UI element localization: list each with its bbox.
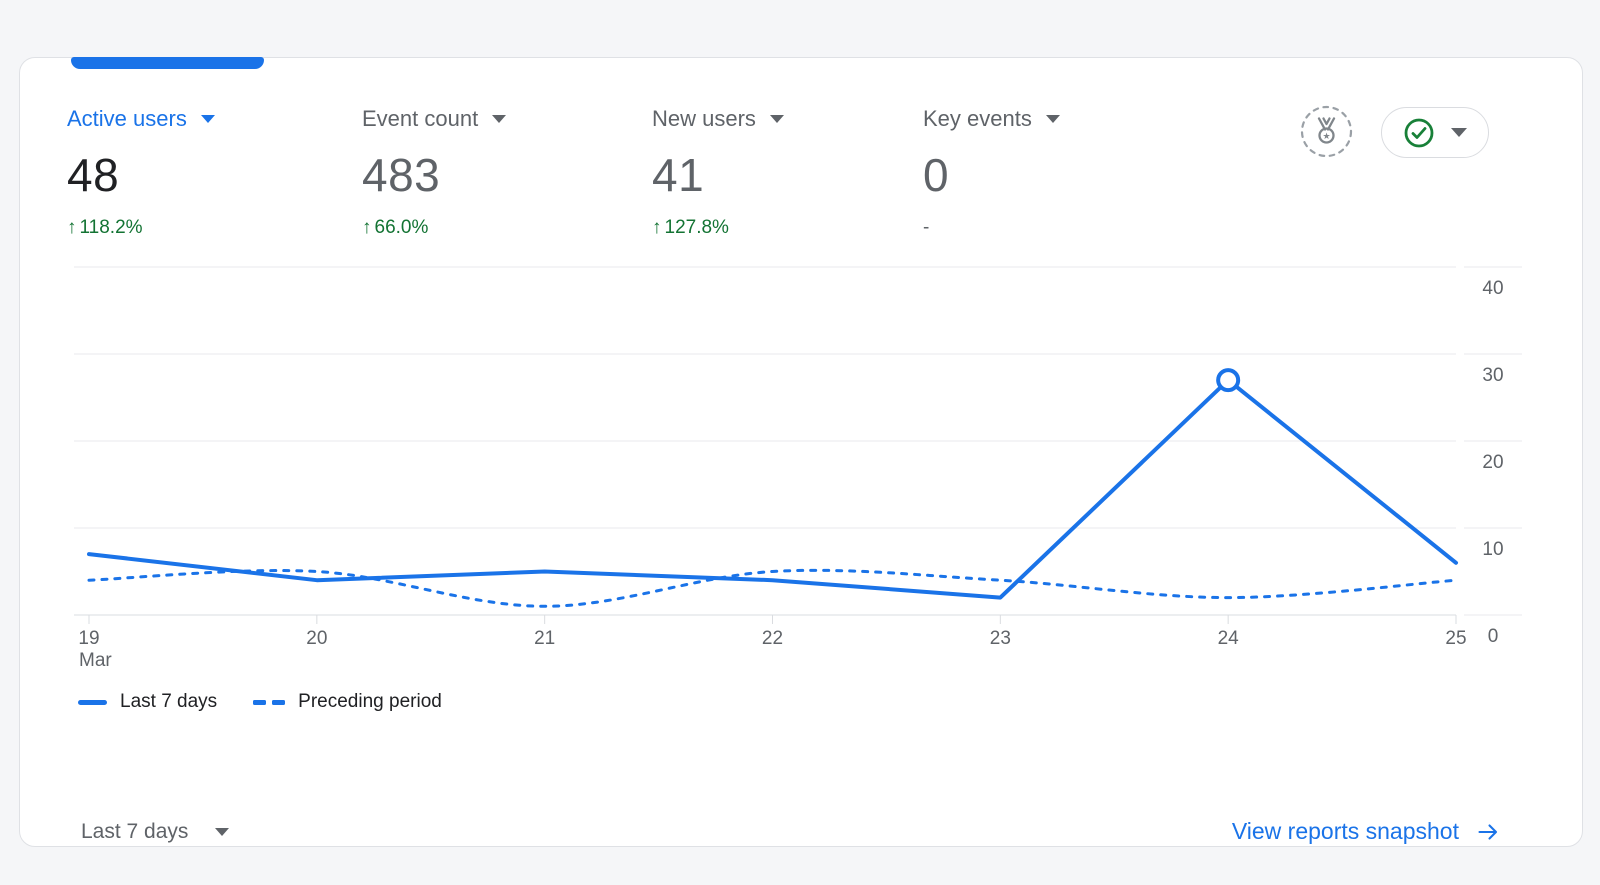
y-axis-tick-label: 0 [1488,626,1499,647]
analytics-overview-card: Active users 48 ↑ 118.2% Event count 483… [19,57,1583,847]
x-axis-month-label: Mar [79,650,112,671]
last-7-days-line [89,380,1456,597]
x-axis-tick-label: 24 [1218,628,1240,649]
solid-line-swatch-icon [78,700,107,705]
x-axis-tick-label: 19 [78,628,99,649]
view-reports-snapshot-link[interactable]: View reports snapshot [1232,818,1502,845]
legend-item-last-7-days[interactable]: Last 7 days [78,691,217,713]
date-range-label: Last 7 days [81,820,188,844]
dashed-line-swatch-icon [253,700,285,705]
chart-legend: Last 7 days Preceding period [78,689,442,715]
legend-label: Preceding period [298,691,442,713]
x-axis-tick-label: 23 [990,628,1011,649]
y-axis-tick-label: 30 [1482,365,1503,386]
x-axis-tick-label: 22 [762,628,783,649]
chevron-down-icon [215,828,229,836]
y-axis-tick-label: 20 [1482,452,1503,473]
chart-axis-labels: 0 10 20 30 40 19 20 21 22 23 24 25 Mar [78,278,1503,671]
data-point-marker[interactable] [1218,370,1238,390]
x-axis-tick-label: 25 [1445,628,1466,649]
active-users-trend-chart[interactable]: 0 10 20 30 40 19 20 21 22 23 24 25 Mar [20,58,1584,848]
chart-series[interactable] [89,370,1456,606]
snapshot-link-label: View reports snapshot [1232,818,1459,845]
legend-label: Last 7 days [120,691,217,713]
arrow-right-icon [1474,820,1502,844]
legend-item-preceding-period[interactable]: Preceding period [253,691,442,713]
x-axis-tick-label: 21 [534,628,555,649]
date-range-dropdown[interactable]: Last 7 days [81,820,229,844]
y-axis-tick-label: 10 [1482,539,1503,560]
x-axis-tick-label: 20 [306,628,327,649]
y-axis-tick-label: 40 [1482,278,1503,299]
